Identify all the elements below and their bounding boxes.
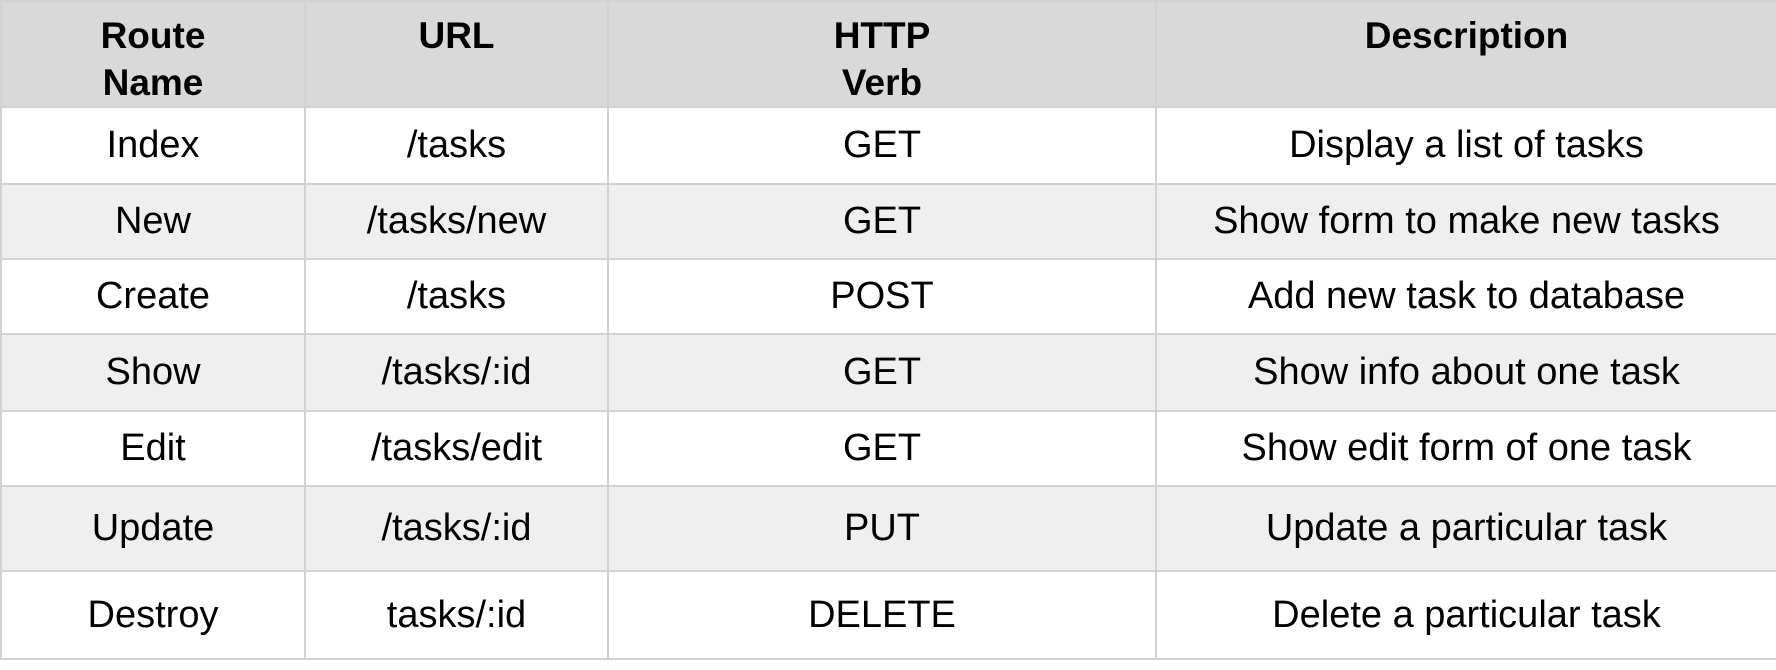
header-url: URL bbox=[304, 0, 609, 108]
header-route-name: Route Name bbox=[0, 0, 306, 108]
header-route-name-line-1: Route bbox=[100, 15, 206, 56]
http-verb-cell: PUT bbox=[607, 485, 1157, 572]
url-cell: /tasks/edit bbox=[304, 410, 609, 487]
url-cell: /tasks bbox=[304, 106, 609, 185]
route-name-cell: Edit bbox=[0, 410, 306, 487]
description-cell: Show edit form of one task bbox=[1155, 410, 1776, 487]
header-http-verb-line-1: HTTP bbox=[833, 15, 931, 56]
header-description: Description bbox=[1155, 0, 1776, 108]
route-name-cell: Update bbox=[0, 485, 306, 572]
description-cell: Display a list of tasks bbox=[1155, 106, 1776, 185]
url-cell: /tasks/:id bbox=[304, 333, 609, 412]
url-cell: /tasks bbox=[304, 258, 609, 335]
table-row: Destroy tasks/:id DELETE Delete a partic… bbox=[0, 570, 1776, 660]
route-name-cell: Index bbox=[0, 106, 306, 185]
description-cell: Update a particular task bbox=[1155, 485, 1776, 572]
table-row: Update /tasks/:id PUT Update a particula… bbox=[0, 485, 1776, 572]
http-verb-cell: DELETE bbox=[607, 570, 1157, 660]
table-row: Show /tasks/:id GET Show info about one … bbox=[0, 333, 1776, 412]
route-name-cell: New bbox=[0, 183, 306, 260]
description-cell: Show form to make new tasks bbox=[1155, 183, 1776, 260]
table-row: New /tasks/new GET Show form to make new… bbox=[0, 183, 1776, 260]
header-http-verb-line-2: Verb bbox=[841, 62, 923, 103]
header-row: Route Name URL HTTP Verb Description bbox=[0, 0, 1776, 108]
http-verb-cell: GET bbox=[607, 410, 1157, 487]
header-route-name-line-2: Name bbox=[102, 62, 204, 103]
http-verb-cell: GET bbox=[607, 183, 1157, 260]
route-name-cell: Create bbox=[0, 258, 306, 335]
description-cell: Delete a particular task bbox=[1155, 570, 1776, 660]
header-url-line-1: URL bbox=[418, 15, 495, 56]
table-row: Index /tasks GET Display a list of tasks bbox=[0, 106, 1776, 185]
url-cell: tasks/:id bbox=[304, 570, 609, 660]
description-cell: Show info about one task bbox=[1155, 333, 1776, 412]
http-verb-cell: GET bbox=[607, 333, 1157, 412]
header-http-verb: HTTP Verb bbox=[607, 0, 1157, 108]
url-cell: /tasks/new bbox=[304, 183, 609, 260]
description-cell: Add new task to database bbox=[1155, 258, 1776, 335]
url-cell: /tasks/:id bbox=[304, 485, 609, 572]
route-name-cell: Destroy bbox=[0, 570, 306, 660]
http-verb-cell: POST bbox=[607, 258, 1157, 335]
route-name-cell: Show bbox=[0, 333, 306, 412]
table-row: Create /tasks POST Add new task to datab… bbox=[0, 258, 1776, 335]
routes-table: Route Name URL HTTP Verb Description Ind… bbox=[0, 0, 1776, 660]
header-description-line-1: Description bbox=[1364, 15, 1569, 56]
table-row: Edit /tasks/edit GET Show edit form of o… bbox=[0, 410, 1776, 487]
http-verb-cell: GET bbox=[607, 106, 1157, 185]
